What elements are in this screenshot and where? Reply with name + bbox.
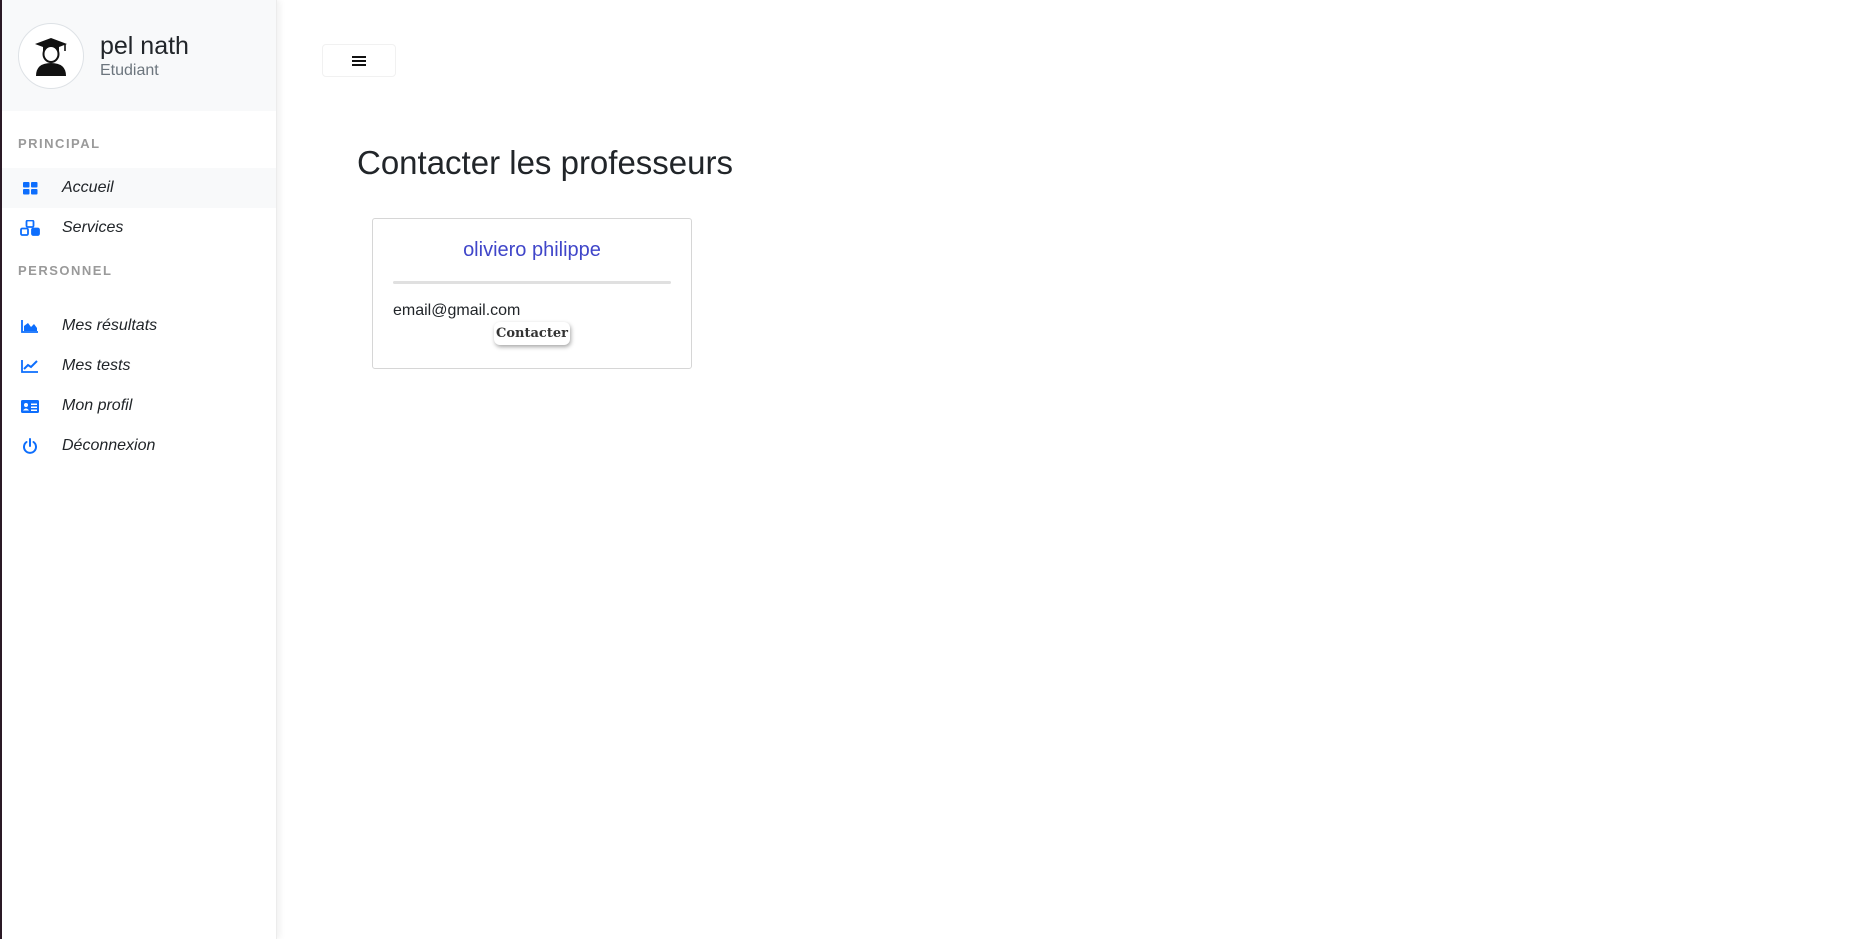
contact-button[interactable]: Contacter xyxy=(494,322,570,345)
user-role: Etudiant xyxy=(100,61,159,79)
professor-card: oliviero philippe email@gmail.com Contac… xyxy=(372,218,692,369)
dashboard-grid-icon xyxy=(20,179,40,197)
cubes-icon xyxy=(20,219,40,237)
sidebar-section-personnel: PERSONNEL xyxy=(18,263,113,278)
power-icon xyxy=(20,437,40,455)
page: pel nath Etudiant PRINCIPAL Accueil Serv… xyxy=(0,0,1850,939)
page-title: Contacter les professeurs xyxy=(357,144,734,181)
professor-name: oliviero philippe xyxy=(463,239,601,261)
user-name: pel nath xyxy=(100,31,189,60)
sidebar-item-mes-resultats[interactable]: Mes résultats xyxy=(2,306,276,346)
line-chart-icon xyxy=(20,357,40,375)
id-card-icon xyxy=(20,397,40,415)
main-content: Contacter les professeurs oliviero phili… xyxy=(276,0,1850,939)
sidebar-item-label: Déconnexion xyxy=(62,437,156,454)
sidebar-section-principal: PRINCIPAL xyxy=(18,136,101,151)
sidebar-item-label: Accueil xyxy=(62,179,114,196)
sidebar-item-label: Mes résultats xyxy=(62,317,158,334)
sidebar-item-label: Mes tests xyxy=(62,357,131,374)
sidebar-item-accueil[interactable]: Accueil xyxy=(2,168,276,208)
sidebar: pel nath Etudiant PRINCIPAL Accueil Serv… xyxy=(2,0,277,939)
menu-toggle-button[interactable] xyxy=(322,44,396,77)
hamburger-menu-icon xyxy=(352,55,366,66)
user-profile-header: pel nath Etudiant xyxy=(2,0,276,111)
sidebar-item-mes-tests[interactable]: Mes tests xyxy=(2,346,276,386)
area-chart-icon xyxy=(20,317,40,335)
sidebar-item-deconnexion[interactable]: Déconnexion xyxy=(2,426,276,466)
sidebar-item-label: Services xyxy=(62,219,124,236)
sidebar-item-label: Mon profil xyxy=(62,397,133,414)
professor-email: email@gmail.com xyxy=(393,302,521,319)
divider xyxy=(393,281,671,284)
sidebar-item-mon-profil[interactable]: Mon profil xyxy=(2,386,276,426)
student-graduate-icon xyxy=(35,37,67,76)
avatar xyxy=(18,22,84,89)
sidebar-item-services[interactable]: Services xyxy=(2,208,276,248)
